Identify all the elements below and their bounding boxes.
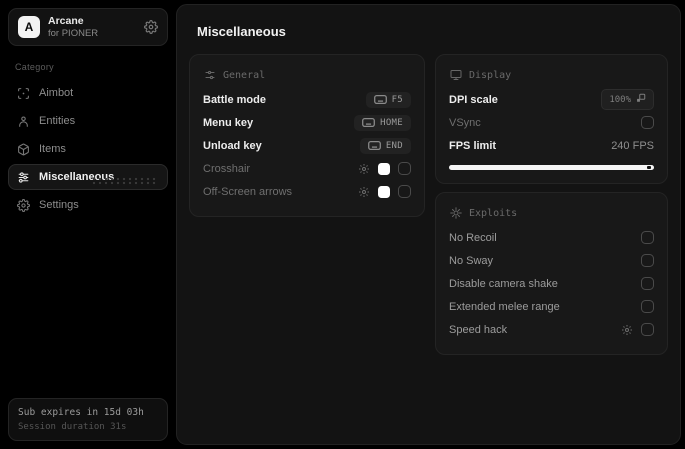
unload-key-row: Unload key END <box>203 134 411 157</box>
keybind-value: F5 <box>391 94 403 105</box>
sidebar-item-label: Items <box>39 143 66 155</box>
keybind-value: END <box>385 140 403 151</box>
unload-key-keybind[interactable]: END <box>359 137 411 154</box>
extended-melee-range-checkbox[interactable] <box>641 300 654 313</box>
offscreen-checkbox[interactable] <box>398 185 411 198</box>
general-card-header: General <box>204 69 411 81</box>
vsync-row: VSync <box>449 111 654 134</box>
sidebar-item-entities[interactable]: Entities <box>8 108 168 134</box>
page-title: Miscellaneous <box>197 24 286 39</box>
display-card-title: Display <box>469 69 512 81</box>
scan-icon <box>17 87 30 100</box>
menu-key-label: Menu key <box>203 116 254 129</box>
category-label: Category <box>15 62 54 72</box>
crosshair-label: Crosshair <box>203 162 251 175</box>
app-logo: A <box>18 16 40 38</box>
dpi-scale-value: 100% <box>609 94 631 105</box>
no-sway-checkbox[interactable] <box>641 254 654 267</box>
vsync-label: VSync <box>449 116 481 129</box>
crosshair-options-gear-icon[interactable] <box>358 163 370 175</box>
disable-camera-shake-checkbox[interactable] <box>641 277 654 290</box>
fps-limit-label: FPS limit <box>449 139 497 152</box>
sliders-icon <box>204 69 216 81</box>
main-panel: Miscellaneous General Battle mode F5 Men… <box>176 4 681 445</box>
keyboard-icon <box>367 141 381 150</box>
offscreen-arrows-row: Off-Screen arrows <box>203 180 411 203</box>
sidebar-item-label: Entities <box>39 115 76 127</box>
slider-knob[interactable] <box>647 166 651 169</box>
box-icon <box>17 143 30 156</box>
disable-camera-shake-label: Disable camera shake <box>449 277 558 290</box>
no-recoil-checkbox[interactable] <box>641 231 654 244</box>
session-duration-text: Session duration 31s <box>18 422 127 432</box>
no-recoil-row: No Recoil <box>449 226 654 249</box>
battle-mode-label: Battle mode <box>203 93 266 106</box>
exploits-icon <box>450 207 462 219</box>
battle-mode-row: Battle mode F5 <box>203 88 411 111</box>
extended-melee-range-row: Extended melee range <box>449 295 654 318</box>
keybind-value: HOME <box>380 117 403 128</box>
scale-icon <box>636 93 646 106</box>
sidebar-item-aimbot[interactable]: Aimbot <box>8 80 168 106</box>
app-window: A Arcane for PIONER Category Aimbot Enti… <box>0 0 685 449</box>
sidebar-item-label: Settings <box>39 199 79 211</box>
no-recoil-label: No Recoil <box>449 231 497 244</box>
display-card: Display DPI scale 100% VSync FPS limit 2… <box>435 54 668 184</box>
subscription-status-card: Sub expires in 15d 03h Session duration … <box>8 398 168 441</box>
vsync-checkbox[interactable] <box>641 116 654 129</box>
sub-expiry-text: Sub expires in 15d 03h <box>18 407 144 418</box>
speed-hack-checkbox[interactable] <box>641 323 654 336</box>
offscreen-arrows-label: Off-Screen arrows <box>203 185 293 198</box>
general-card: General Battle mode F5 Menu key HOME Unl… <box>189 54 425 217</box>
speed-hack-label: Speed hack <box>449 323 508 336</box>
dpi-scale-row: DPI scale 100% <box>449 88 654 111</box>
sidebar-item-settings[interactable]: Settings <box>8 192 168 218</box>
display-card-header: Display <box>450 69 654 81</box>
battle-mode-keybind[interactable]: F5 <box>365 91 411 108</box>
disable-camera-shake-row: Disable camera shake <box>449 272 654 295</box>
dotted-texture <box>91 177 157 186</box>
keyboard-icon <box>362 118 376 127</box>
dpi-scale-selector[interactable]: 100% <box>601 89 654 110</box>
crosshair-row: Crosshair <box>203 157 411 180</box>
offscreen-options-gear-icon[interactable] <box>358 186 370 198</box>
exploits-card: Exploits No Recoil No Sway Disable camer… <box>435 192 668 355</box>
sidebar-item-items[interactable]: Items <box>8 136 168 162</box>
settings-gear-icon[interactable] <box>144 20 158 34</box>
unload-key-label: Unload key <box>203 139 262 152</box>
speed-hack-options-gear-icon[interactable] <box>621 324 633 336</box>
no-sway-label: No Sway <box>449 254 494 267</box>
gear-icon <box>17 198 30 212</box>
menu-key-keybind[interactable]: HOME <box>354 114 411 131</box>
extended-melee-range-label: Extended melee range <box>449 300 560 313</box>
person-icon <box>17 115 30 128</box>
general-card-title: General <box>223 69 266 81</box>
dpi-scale-label: DPI scale <box>449 93 498 106</box>
crosshair-checkbox[interactable] <box>398 162 411 175</box>
menu-key-row: Menu key HOME <box>203 111 411 134</box>
sidebar-item-label: Aimbot <box>39 87 74 99</box>
sidebar-item-miscellaneous[interactable]: Miscellaneous <box>8 164 168 190</box>
keyboard-icon <box>373 95 387 104</box>
exploits-card-title: Exploits <box>469 207 518 219</box>
monitor-icon <box>450 69 462 81</box>
app-name: Arcane <box>48 14 84 27</box>
speed-hack-row: Speed hack <box>449 318 654 341</box>
fps-limit-value: 240 FPS <box>611 139 654 152</box>
no-sway-row: No Sway <box>449 249 654 272</box>
fps-limit-slider[interactable] <box>449 165 654 170</box>
app-subtitle: for PIONER <box>48 28 99 40</box>
sidebar: A Arcane for PIONER Category Aimbot Enti… <box>4 4 172 445</box>
sidebar-nav: Aimbot Entities Items Miscellaneous Sett… <box>8 80 168 218</box>
app-title-block: Arcane for PIONER <box>48 15 98 40</box>
offscreen-color-swatch[interactable] <box>378 185 390 198</box>
fps-limit-row: FPS limit 240 FPS <box>449 134 654 157</box>
exploits-card-header: Exploits <box>450 207 654 219</box>
crosshair-color-swatch[interactable] <box>378 162 390 175</box>
sliders-icon <box>17 171 30 184</box>
app-header-card: A Arcane for PIONER <box>8 8 168 46</box>
